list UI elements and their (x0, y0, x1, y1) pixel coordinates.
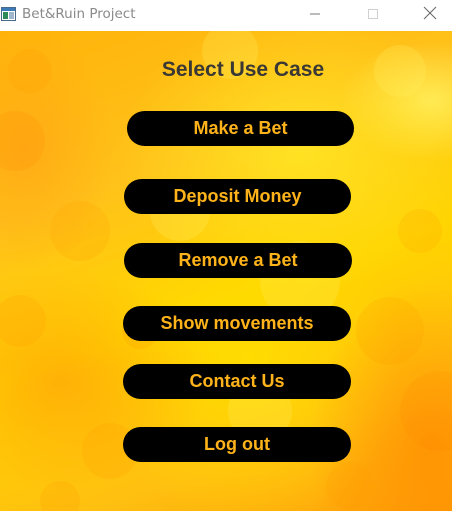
maximize-icon (367, 7, 379, 25)
app-window-icon (1, 7, 16, 21)
deposit-money-button[interactable]: Deposit Money (124, 179, 351, 214)
minimize-icon (309, 7, 321, 25)
make-bet-button[interactable]: Make a Bet (127, 111, 354, 146)
window-title: Bet&Ruin Project (22, 6, 136, 22)
minimize-button[interactable] (292, 0, 338, 31)
watercolor-background: Select Use Case Make a Bet Deposit Money… (0, 31, 452, 511)
close-icon (423, 6, 437, 25)
remove-bet-button[interactable]: Remove a Bet (124, 243, 352, 278)
contact-us-button[interactable]: Contact Us (123, 364, 351, 399)
maximize-button[interactable] (350, 0, 396, 31)
log-out-button[interactable]: Log out (123, 427, 351, 462)
close-button[interactable] (408, 0, 452, 31)
title-bar[interactable]: Bet&Ruin Project (0, 0, 452, 31)
show-movements-button[interactable]: Show movements (123, 306, 351, 341)
page-title: Select Use Case (161, 58, 325, 81)
